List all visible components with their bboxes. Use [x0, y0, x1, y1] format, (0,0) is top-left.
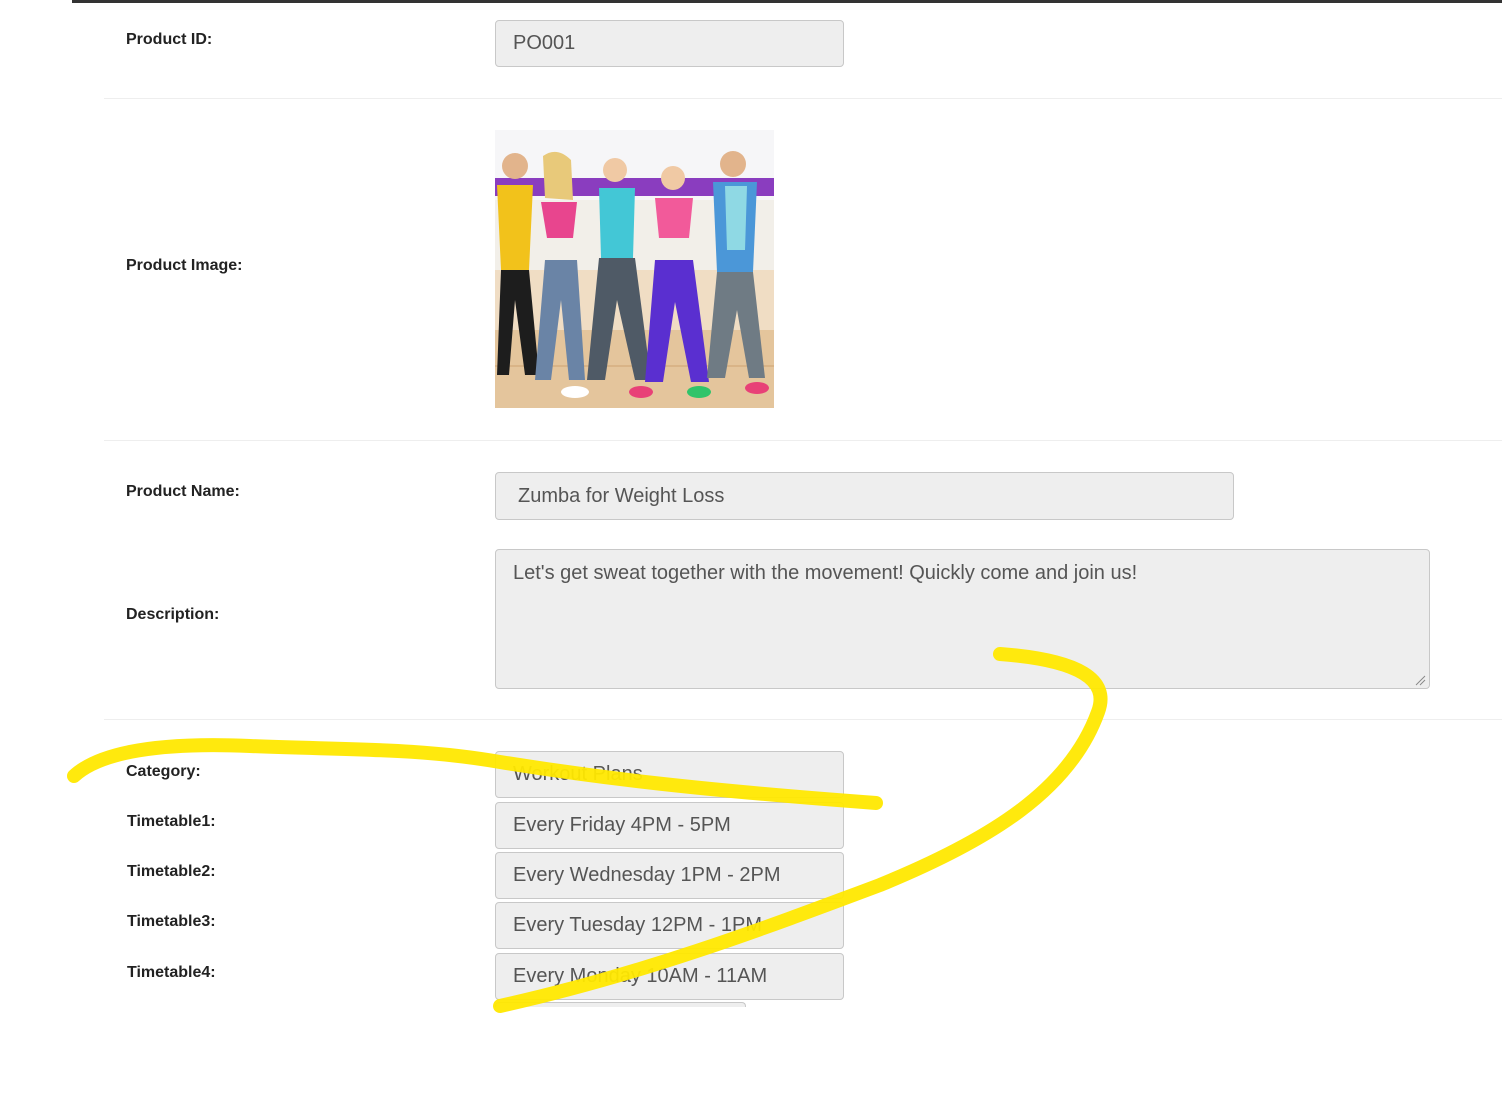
timetable4-input[interactable]	[495, 953, 844, 1000]
page-bottom-whitespace	[0, 1007, 1502, 1118]
timetable1-label: Timetable1:	[127, 813, 216, 830]
description-textarea[interactable]: Let's get sweat together with the moveme…	[495, 549, 1430, 689]
description-label: Description:	[126, 606, 220, 623]
product-image-label: Product Image:	[126, 257, 243, 274]
category-label: Category:	[126, 763, 201, 780]
top-border	[72, 0, 1502, 3]
resize-grip-icon[interactable]	[1414, 674, 1426, 686]
product-id-label: Product ID:	[126, 31, 213, 48]
timetable4-label: Timetable4:	[127, 964, 216, 981]
timetable3-input[interactable]	[495, 902, 844, 949]
timetable2-input[interactable]	[495, 852, 844, 899]
timetable1-input[interactable]	[495, 802, 844, 849]
product-name-label: Product Name:	[126, 483, 240, 500]
product-name-input[interactable]	[495, 472, 1234, 520]
divider	[104, 98, 1502, 99]
divider	[104, 719, 1502, 720]
product-id-input[interactable]	[495, 20, 844, 67]
divider	[104, 440, 1502, 441]
timetable3-label: Timetable3:	[127, 913, 216, 930]
product-image	[495, 130, 774, 408]
timetable2-label: Timetable2:	[127, 863, 216, 880]
category-input[interactable]	[495, 751, 844, 798]
